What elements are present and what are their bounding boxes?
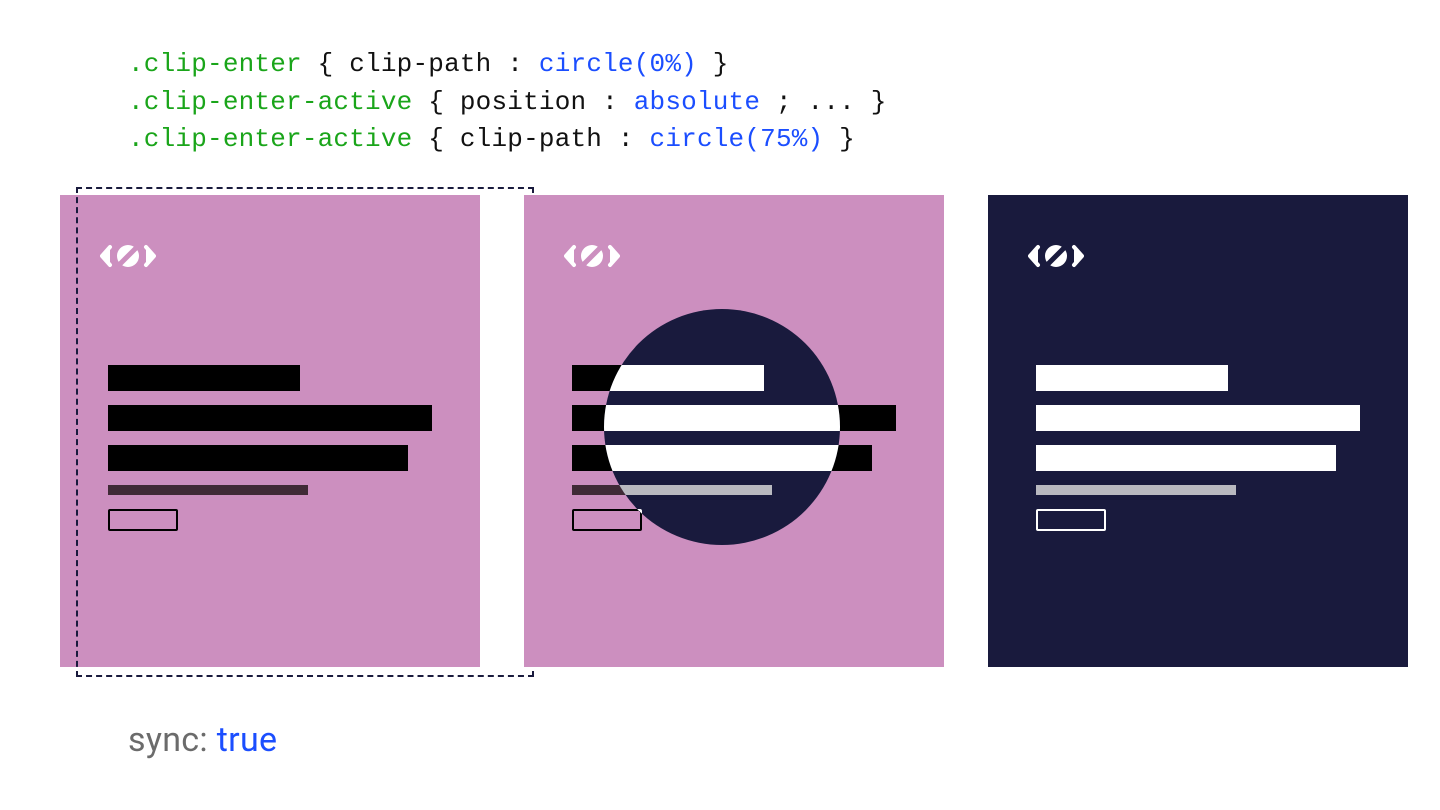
skeleton-content	[1036, 365, 1360, 531]
skeleton-bar	[108, 445, 408, 471]
sync-label: sync	[128, 720, 199, 760]
frame-2	[524, 195, 944, 667]
skeleton-subbar	[1036, 485, 1236, 495]
selector: .clip-enter	[128, 49, 302, 79]
value: circle(0%)	[539, 49, 697, 79]
code-line-2: .clip-enter-active { position : absolute…	[128, 84, 887, 122]
sync-option-line: sync: true	[128, 720, 277, 760]
sync-value: true	[217, 720, 278, 760]
selector: .clip-enter-active	[128, 87, 412, 117]
value: absolute	[634, 87, 760, 117]
transition-frames-row	[60, 195, 1408, 667]
selector: .clip-enter-active	[128, 124, 412, 154]
frame-3	[988, 195, 1408, 667]
skeleton-bar	[1036, 365, 1228, 391]
frame-1-base-pink	[60, 195, 480, 667]
skeleton-bar	[572, 445, 872, 471]
css-code-block: .clip-enter { clip-path : circle(0%) } .…	[128, 46, 887, 159]
code-line-1: .clip-enter { clip-path : circle(0%) }	[128, 46, 887, 84]
property: clip-path	[349, 49, 491, 79]
value: circle(75%)	[650, 124, 824, 154]
skeleton-content	[108, 365, 432, 531]
tail: ; ...	[776, 87, 855, 117]
property: clip-path	[460, 124, 602, 154]
skeleton-button	[572, 509, 642, 531]
hidden-icon	[1028, 239, 1084, 273]
skeleton-button	[1036, 509, 1106, 531]
skeleton-bar	[108, 365, 300, 391]
hidden-icon	[564, 239, 620, 273]
diagram-stage: .clip-enter { clip-path : circle(0%) } .…	[0, 0, 1440, 810]
property: position	[460, 87, 586, 117]
skeleton-bar	[108, 405, 432, 431]
code-line-3: .clip-enter-active { clip-path : circle(…	[128, 121, 887, 159]
skeleton-subbar	[108, 485, 308, 495]
skeleton-bar	[1036, 445, 1336, 471]
frame-1	[60, 195, 480, 667]
skeleton-bar	[1036, 405, 1360, 431]
hidden-icon	[100, 239, 156, 273]
frame-3-base-dark	[988, 195, 1408, 667]
skeleton-button	[108, 509, 178, 531]
